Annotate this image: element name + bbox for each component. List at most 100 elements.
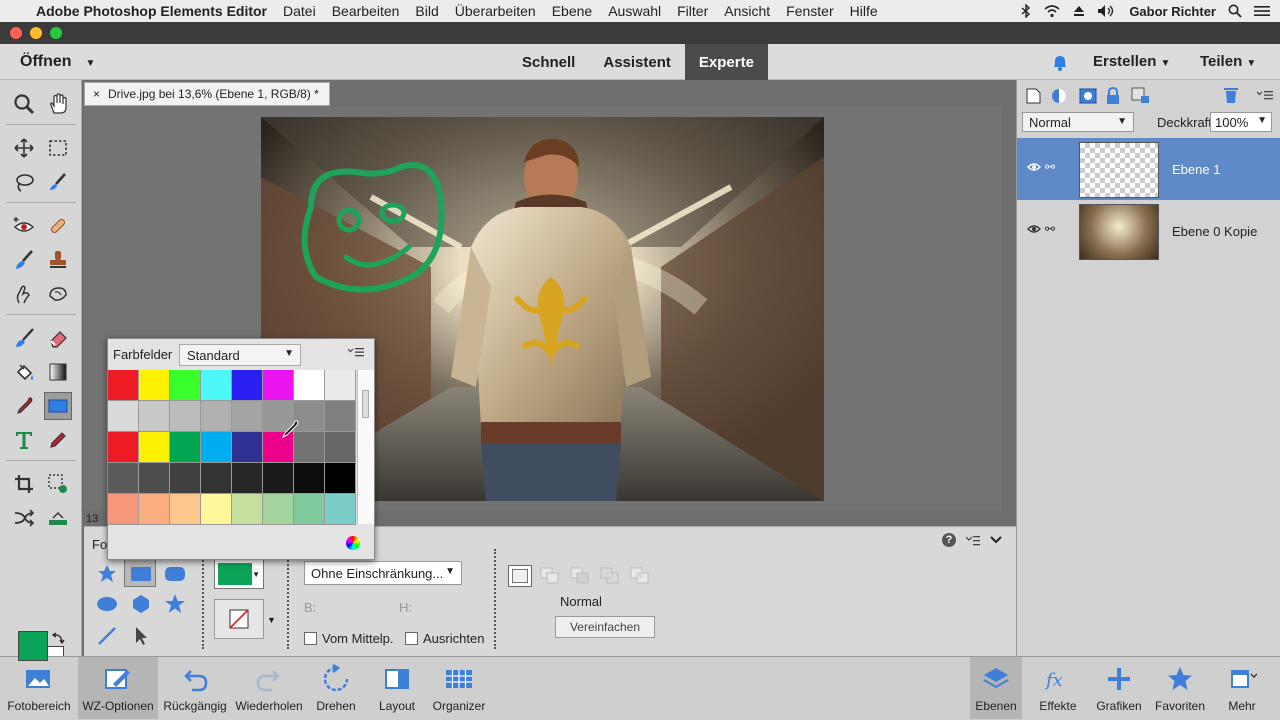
color-picker-icon[interactable] (346, 536, 360, 550)
new-layer-icon[interactable] (1025, 88, 1043, 104)
color-swatch[interactable] (201, 370, 232, 401)
hand-tool[interactable] (44, 90, 72, 118)
link-icon[interactable]: ⚯ (1045, 160, 1055, 174)
color-swatch[interactable] (108, 432, 139, 463)
color-swatch[interactable] (325, 432, 356, 463)
bell-icon[interactable] (1050, 52, 1070, 72)
lock-all-icon[interactable] (1105, 87, 1121, 105)
swatches-scrollbar[interactable] (357, 370, 374, 524)
chevron-down-icon[interactable]: ▼ (1257, 115, 1267, 126)
stroke-style-picker[interactable] (214, 599, 264, 639)
polygon-shape-icon[interactable] (130, 593, 152, 615)
align-checkbox[interactable] (405, 632, 418, 645)
align-checkbox-row[interactable]: Ausrichten (405, 631, 484, 646)
tab-assistent[interactable]: Assistent (589, 44, 685, 80)
menu-bild[interactable]: Bild (415, 3, 438, 19)
menu-ansicht[interactable]: Ansicht (724, 3, 770, 19)
layers-panel-button[interactable]: Ebenen (970, 657, 1022, 719)
color-swatch[interactable] (108, 494, 139, 525)
menu-fenster[interactable]: Fenster (786, 3, 833, 19)
blend-mode-select[interactable]: Normal ▼ (1022, 112, 1134, 132)
menu-user-name[interactable]: Gabor Richter (1129, 4, 1216, 19)
rotate-button[interactable]: Drehen (308, 657, 364, 719)
menu-datei[interactable]: Datei (283, 3, 316, 19)
crop-tool[interactable] (10, 470, 38, 498)
move-tool[interactable] (10, 134, 38, 162)
new-shape-layer-button[interactable] (508, 565, 532, 587)
color-swatch[interactable] (325, 370, 356, 401)
options-menu-icon[interactable] (966, 535, 980, 547)
layout-button[interactable]: Layout (368, 657, 426, 719)
quick-selection-tool[interactable] (44, 168, 72, 196)
color-swatch[interactable] (139, 370, 170, 401)
photo-bin-button[interactable]: Fotobereich (2, 657, 76, 719)
color-swatch[interactable] (108, 401, 139, 432)
menu-auswahl[interactable]: Auswahl (608, 3, 661, 19)
from-center-checkbox-row[interactable]: Vom Mittelp. (304, 631, 394, 646)
star-shape-icon[interactable] (164, 593, 186, 615)
rounded-rectangle-icon[interactable] (164, 563, 186, 585)
open-button[interactable]: Öffnen ▼ (20, 53, 95, 71)
wifi-icon[interactable] (1043, 4, 1061, 18)
bluetooth-icon[interactable] (1021, 4, 1031, 18)
collapse-chevron-icon[interactable] (990, 535, 1002, 545)
menu-ebene[interactable]: Ebene (552, 3, 592, 19)
adjustment-layer-icon[interactable] (1051, 88, 1071, 104)
favorites-button[interactable]: Favoriten (1150, 657, 1210, 719)
color-swatch[interactable] (232, 401, 263, 432)
color-swatch[interactable] (139, 463, 170, 494)
foreground-color-swatch[interactable] (18, 631, 48, 661)
link-icon[interactable]: ⚯ (1045, 222, 1055, 236)
more-button[interactable]: Mehr (1216, 657, 1268, 719)
color-swatch[interactable] (263, 494, 294, 525)
panel-menu-icon[interactable] (1257, 90, 1273, 100)
volume-icon[interactable] (1097, 4, 1117, 18)
color-swatch[interactable] (170, 494, 201, 525)
ellipse-shape-icon[interactable] (96, 593, 118, 615)
undo-button[interactable]: Rückgängig (160, 657, 230, 719)
color-swatch[interactable] (294, 463, 325, 494)
color-swatch[interactable] (201, 463, 232, 494)
tool-options-button[interactable]: WZ-Optionen (78, 657, 158, 719)
subtract-shape-area-icon[interactable] (570, 567, 590, 585)
color-swatch[interactable] (325, 463, 356, 494)
constraint-select[interactable]: Ohne Einschränkung... ▼ (304, 561, 462, 585)
fill-color-picker[interactable]: ▼ (214, 559, 264, 589)
spot-healing-tool[interactable] (44, 212, 72, 240)
eyedropper-tool[interactable] (10, 392, 38, 420)
menu-app-name[interactable]: Adobe Photoshop Elements Editor (36, 3, 267, 19)
color-swatch[interactable] (263, 463, 294, 494)
color-swatch[interactable] (201, 401, 232, 432)
trash-icon[interactable] (1223, 86, 1239, 104)
blur-tool[interactable] (10, 280, 38, 308)
eye-icon[interactable] (1027, 162, 1041, 172)
sponge-tool[interactable] (44, 280, 72, 308)
menu-bearbeiten[interactable]: Bearbeiten (332, 3, 400, 19)
window-close-button[interactable] (10, 27, 22, 39)
color-swatch[interactable] (232, 432, 263, 463)
window-minimize-button[interactable] (30, 27, 42, 39)
paint-bucket-tool[interactable] (10, 358, 38, 386)
pencil-tool[interactable] (44, 426, 72, 454)
chevron-down-icon[interactable]: ▼ (267, 615, 276, 625)
color-swatch[interactable] (201, 494, 232, 525)
smart-brush-tool[interactable] (10, 246, 38, 274)
window-zoom-button[interactable] (50, 27, 62, 39)
close-icon[interactable]: × (93, 87, 100, 101)
color-swatch[interactable] (139, 401, 170, 432)
color-swatch[interactable] (232, 370, 263, 401)
content-aware-move-tool[interactable] (10, 504, 38, 532)
tab-experte[interactable]: Experte (684, 44, 768, 80)
color-swatch[interactable] (232, 494, 263, 525)
spotlight-search-icon[interactable] (1228, 4, 1242, 18)
color-swatch[interactable] (139, 432, 170, 463)
from-center-checkbox[interactable] (304, 632, 317, 645)
document-tab[interactable]: × Drive.jpg bei 13,6% (Ebene 1, RGB/8) * (84, 82, 330, 106)
eject-icon[interactable] (1073, 5, 1085, 17)
recompose-tool[interactable] (44, 470, 72, 498)
color-swatch[interactable] (201, 432, 232, 463)
layer-row-ebene-0-kopie[interactable]: ⚯ Ebene 0 Kopie (1017, 200, 1280, 262)
add-shape-area-icon[interactable] (540, 567, 560, 585)
swap-colors-icon[interactable] (52, 631, 66, 645)
clone-stamp-tool[interactable] (44, 246, 72, 274)
